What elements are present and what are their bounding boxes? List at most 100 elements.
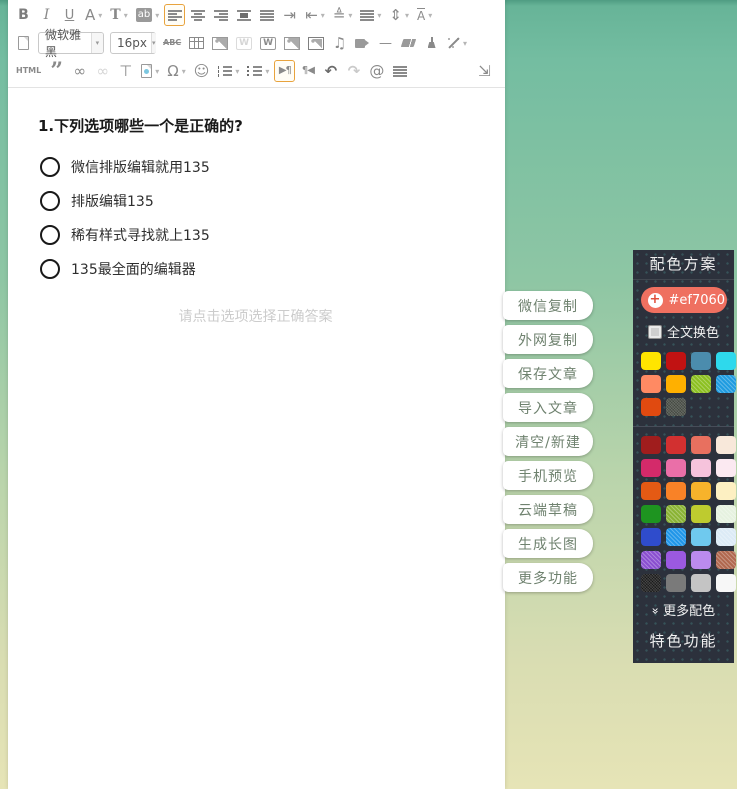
unlink-button[interactable]: ∞ — [92, 60, 113, 82]
quiz-option[interactable]: 微信排版编辑就用135 — [40, 156, 481, 177]
quiz-option[interactable]: 135最全面的编辑器 — [40, 258, 481, 279]
color-swatch[interactable] — [691, 528, 711, 546]
mobile-preview-button[interactable]: 手机预览 — [503, 461, 593, 490]
color-swatch[interactable] — [666, 375, 686, 393]
html-source-button[interactable]: HTML — [13, 60, 44, 82]
color-swatch[interactable] — [641, 459, 661, 477]
italic-button[interactable]: I — [36, 4, 57, 26]
line-spacing-button[interactable]: ▾ — [357, 4, 384, 26]
color-swatch[interactable] — [691, 505, 711, 523]
auto-typeset-button[interactable]: ▾ — [444, 32, 470, 54]
color-swatch[interactable] — [716, 505, 736, 523]
eraser-button[interactable] — [398, 32, 419, 54]
color-swatch[interactable] — [666, 459, 686, 477]
align-center-button[interactable] — [187, 4, 208, 26]
color-swatch[interactable] — [691, 482, 711, 500]
align-justify-button[interactable] — [256, 4, 277, 26]
strikethrough-button[interactable]: ABC — [160, 32, 184, 54]
color-swatch[interactable] — [641, 528, 661, 546]
radio-icon[interactable] — [40, 225, 60, 245]
color-swatch[interactable] — [691, 459, 711, 477]
color-swatch[interactable] — [716, 436, 736, 454]
search-replace-button[interactable]: @ — [366, 60, 387, 82]
radio-icon[interactable] — [40, 259, 60, 279]
color-swatch[interactable] — [716, 375, 736, 393]
insert-framed-image-button[interactable] — [305, 32, 327, 54]
text-frame-button[interactable]: ⊤ — [115, 60, 136, 82]
indent-button[interactable]: ⇥ — [279, 4, 300, 26]
editor-content[interactable]: 1.下列选项哪些一个是正确的? 微信排版编辑就用135排版编辑135稀有样式寻找… — [8, 88, 505, 326]
insert-table-button[interactable] — [186, 32, 207, 54]
color-swatch[interactable] — [641, 352, 661, 370]
highlight-color-button[interactable]: ab▾ — [133, 4, 163, 26]
more-functions-button[interactable]: 更多功能 — [503, 563, 593, 592]
color-swatch[interactable] — [716, 459, 736, 477]
word-import-button[interactable]: W — [257, 32, 279, 54]
color-swatch[interactable] — [666, 436, 686, 454]
wechat-copy-button[interactable]: 微信复制 — [503, 291, 593, 320]
color-swatch[interactable] — [666, 505, 686, 523]
align-right-button[interactable] — [210, 4, 231, 26]
quiz-option[interactable]: 稀有样式寻找就上135 — [40, 224, 481, 245]
text-style-button[interactable]: T▾ — [107, 4, 130, 26]
color-swatch[interactable] — [691, 551, 711, 569]
first-line-indent-button[interactable]: ⇤▾ — [302, 4, 328, 26]
color-swatch[interactable] — [666, 551, 686, 569]
clear-format-button[interactable] — [421, 32, 442, 54]
color-swatch[interactable] — [641, 436, 661, 454]
generate-long-image-button[interactable]: 生成长图 — [503, 529, 593, 558]
color-swatch[interactable] — [691, 436, 711, 454]
chevron-down-icon[interactable]: ▾ — [151, 33, 156, 53]
save-article-button[interactable]: 保存文章 — [503, 359, 593, 388]
add-color-button[interactable]: + #ef7060 — [641, 287, 727, 313]
line-height-button[interactable]: ≜▾ — [330, 4, 356, 26]
color-swatch[interactable] — [641, 574, 661, 592]
bold-button[interactable]: B — [13, 4, 34, 26]
page-background-button[interactable]: ▾ — [138, 60, 162, 82]
color-swatch[interactable] — [641, 551, 661, 569]
color-swatch[interactable] — [691, 352, 711, 370]
insert-audio-button[interactable]: ♫ — [329, 32, 350, 54]
insert-hr-button[interactable]: — — [375, 32, 396, 54]
undo-button[interactable]: ↶ — [320, 60, 341, 82]
insert-link-button[interactable]: ∞ — [69, 60, 90, 82]
radio-icon[interactable] — [40, 157, 60, 177]
color-swatch[interactable] — [691, 574, 711, 592]
font-color-button[interactable]: A▾ — [82, 4, 105, 26]
checkbox-icon[interactable] — [648, 325, 662, 339]
color-swatch[interactable] — [641, 375, 661, 393]
letter-spacing-button[interactable]: A▾ — [414, 4, 435, 26]
full-text-recolor-option[interactable]: 全文换色 — [633, 322, 734, 341]
word-image-transfer-button[interactable]: W — [233, 32, 255, 54]
more-colors-button[interactable]: »更多配色 — [633, 600, 734, 619]
align-left-button[interactable] — [164, 4, 185, 26]
color-swatch[interactable] — [666, 482, 686, 500]
color-swatch[interactable] — [666, 352, 686, 370]
redo-button[interactable]: ↷ — [343, 60, 364, 82]
font-size-button[interactable]: 16px▾ — [110, 32, 156, 54]
color-swatch[interactable] — [691, 375, 711, 393]
paragraph-spacing-button[interactable]: ⇕▾ — [386, 4, 412, 26]
clear-new-button[interactable]: 清空/新建 — [503, 427, 593, 456]
color-swatch[interactable] — [716, 551, 736, 569]
radio-icon[interactable] — [40, 191, 60, 211]
color-swatch[interactable] — [641, 482, 661, 500]
chevron-down-icon[interactable]: ▾ — [91, 33, 103, 53]
fullscreen-button[interactable]: ⇲ — [474, 60, 495, 82]
quiz-option[interactable]: 排版编辑135 — [40, 190, 481, 211]
color-swatch[interactable] — [716, 574, 736, 592]
color-swatch[interactable] — [716, 482, 736, 500]
color-swatch[interactable] — [716, 352, 736, 370]
import-article-button[interactable]: 导入文章 — [503, 393, 593, 422]
screenshot-button[interactable] — [209, 32, 231, 54]
blockquote-button[interactable]: ” — [46, 60, 67, 82]
color-swatch[interactable] — [666, 528, 686, 546]
cloud-draft-button[interactable]: 云端草稿 — [503, 495, 593, 524]
align-block-button[interactable] — [233, 4, 254, 26]
color-swatch[interactable] — [666, 398, 686, 416]
external-copy-button[interactable]: 外网复制 — [503, 325, 593, 354]
insert-image-button[interactable] — [281, 32, 303, 54]
underline-button[interactable]: U — [59, 4, 80, 26]
summary-button[interactable] — [389, 60, 410, 82]
font-family-button[interactable]: 微软雅黑▾ — [38, 32, 104, 54]
